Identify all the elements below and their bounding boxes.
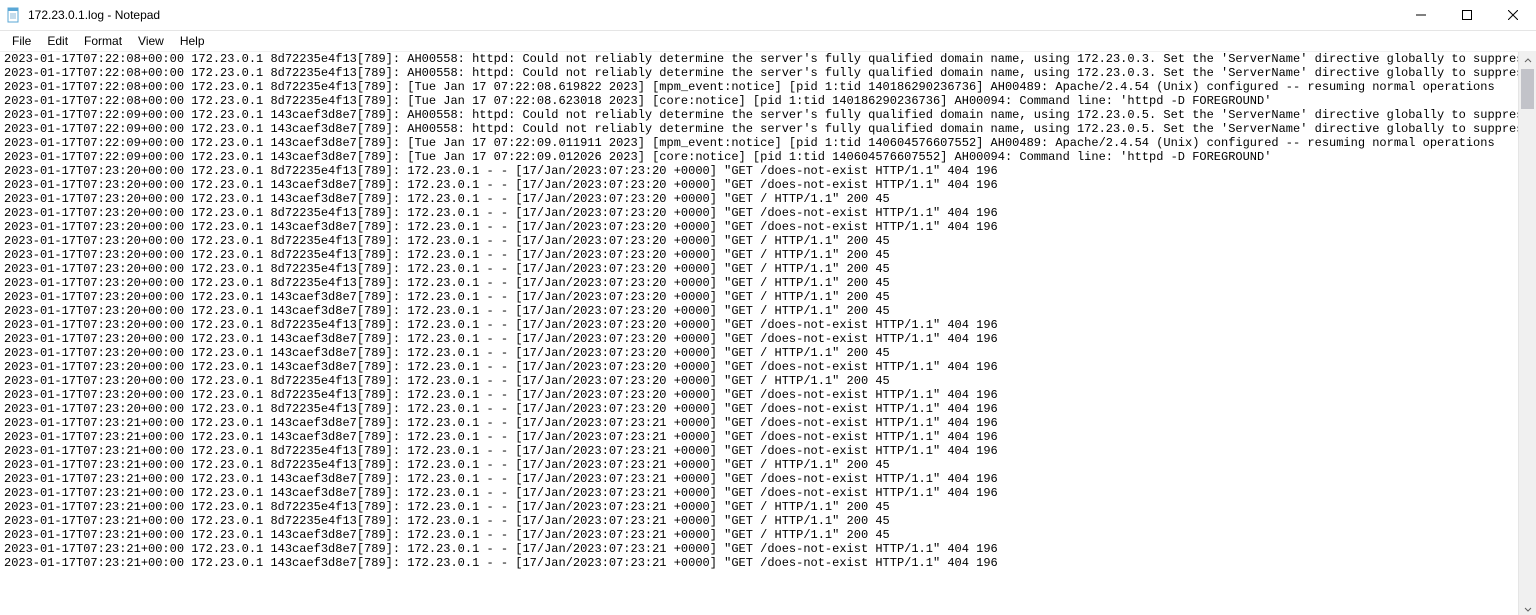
menubar: File Edit Format View Help xyxy=(0,31,1536,52)
scroll-thumb[interactable] xyxy=(1521,69,1534,109)
menu-edit[interactable]: Edit xyxy=(39,32,76,50)
scroll-track[interactable] xyxy=(1519,69,1536,600)
window-title: 172.23.0.1.log - Notepad xyxy=(28,8,160,22)
menu-format[interactable]: Format xyxy=(76,32,130,50)
scroll-up-arrow-icon[interactable] xyxy=(1519,52,1536,69)
close-button[interactable] xyxy=(1490,0,1536,30)
menu-file[interactable]: File xyxy=(4,32,39,50)
text-area[interactable]: 2023-01-17T07:22:08+00:00 172.23.0.1 8d7… xyxy=(0,52,1536,615)
notepad-icon xyxy=(6,7,22,23)
minimize-button[interactable] xyxy=(1398,0,1444,30)
scroll-down-arrow-icon[interactable] xyxy=(1519,600,1536,615)
content-wrapper: 2023-01-17T07:22:08+00:00 172.23.0.1 8d7… xyxy=(0,52,1536,615)
menu-help[interactable]: Help xyxy=(172,32,213,50)
titlebar: 172.23.0.1.log - Notepad xyxy=(0,0,1536,31)
maximize-button[interactable] xyxy=(1444,0,1490,30)
menu-view[interactable]: View xyxy=(130,32,172,50)
vertical-scrollbar[interactable] xyxy=(1518,52,1536,615)
titlebar-left: 172.23.0.1.log - Notepad xyxy=(6,7,160,23)
window-controls xyxy=(1398,0,1536,30)
